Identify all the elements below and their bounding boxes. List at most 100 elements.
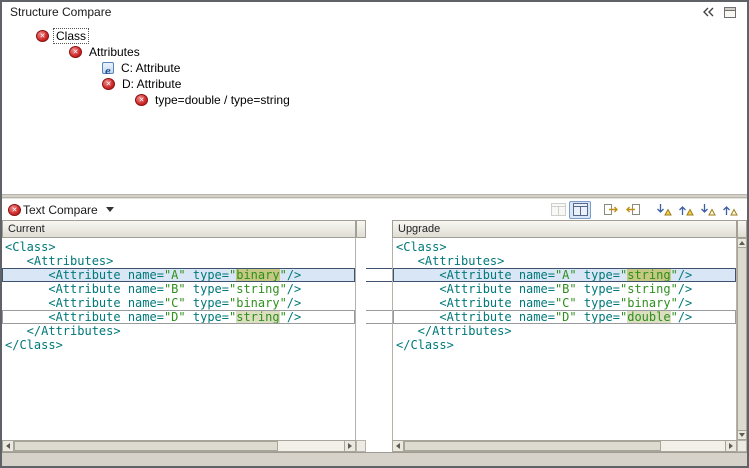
code-segment: <Attribute name= <box>5 296 164 310</box>
code-segment: <Attribute name= <box>396 296 555 310</box>
scroll-left-icon[interactable] <box>3 441 14 451</box>
scroll-right-icon[interactable] <box>725 441 736 451</box>
code-segment: "B" <box>555 282 577 296</box>
code-segment: <Attribute name= <box>5 310 164 324</box>
right-pane-header-corner <box>737 220 747 238</box>
change-icon <box>102 78 115 90</box>
icon-glyph <box>551 203 566 216</box>
tree-item[interactable]: Class <box>2 28 747 44</box>
code-segment: "A" <box>164 268 186 282</box>
code-segment: type= <box>186 268 229 282</box>
right-arrow-glyph <box>348 443 352 449</box>
text-compare-toolbar <box>547 201 741 219</box>
previous-difference-icon[interactable] <box>675 201 697 219</box>
diff-code-line[interactable]: <Attribute name="A" type="string"/> <box>393 268 736 282</box>
left-code-pane[interactable]: <Class> <Attributes> <Attribute name="A"… <box>2 238 356 440</box>
code-segment: <Class> <box>5 240 56 254</box>
pane-view-icon[interactable] <box>547 201 569 219</box>
code-segment: type= <box>577 282 620 296</box>
code-line[interactable]: <Class> <box>2 240 355 254</box>
diff-code-line[interactable]: <Attribute name="A" type="binary"/> <box>2 268 355 282</box>
attribute-icon <box>102 62 114 74</box>
diff-token: string <box>627 268 670 282</box>
scroll-right-icon[interactable] <box>344 441 355 451</box>
icon-glyph <box>573 203 588 216</box>
right-hscroll-thumb[interactable] <box>404 441 661 451</box>
code-line[interactable]: <Attribute name="B" type="string"/> <box>393 282 736 296</box>
right-pane-header: Upgrade <box>392 220 737 238</box>
vertical-scroll-thumb[interactable] <box>737 248 747 430</box>
code-segment: type= <box>577 296 620 310</box>
diff-code-line[interactable]: <Attribute name="D" type="string"/> <box>2 310 355 324</box>
code-segment: "C" <box>555 296 577 310</box>
right-scroll-corner <box>737 440 747 452</box>
code-line[interactable]: <Attribute name="C" type="binary"/> <box>393 296 736 310</box>
code-segment: type= <box>577 310 620 324</box>
scroll-left-icon[interactable] <box>393 441 404 451</box>
structure-compare-titlebar: Structure Compare <box>2 2 747 22</box>
code-segment: /> <box>287 296 301 310</box>
right-horizontal-scrollbar[interactable] <box>392 440 737 452</box>
scroll-down-icon[interactable] <box>737 430 747 440</box>
code-segment: "string" <box>229 282 287 296</box>
tree-item[interactable]: Attributes <box>2 44 747 60</box>
tree-item[interactable]: D: Attribute <box>2 76 747 92</box>
code-segment: /> <box>287 282 301 296</box>
compare-editor-window: Structure Compare ClassAttributesC: Attr… <box>0 0 749 468</box>
code-line[interactable]: <Attributes> <box>2 254 355 268</box>
structure-toolbar <box>697 3 741 21</box>
code-line[interactable]: <Class> <box>393 240 736 254</box>
code-line[interactable]: <Attributes> <box>393 254 736 268</box>
code-segment: "B" <box>164 282 186 296</box>
code-line[interactable]: </Attributes> <box>2 324 355 338</box>
diff-connector-gutter <box>366 238 392 440</box>
left-hscroll-thumb[interactable] <box>14 441 278 451</box>
copy-left-to-right-icon[interactable] <box>600 201 622 219</box>
tree-item-label: D: Attribute <box>120 77 183 91</box>
code-segment: "string" <box>620 282 678 296</box>
left-pane-strip <box>356 238 366 440</box>
icon-glyph <box>603 203 619 216</box>
code-line[interactable]: <Attribute name="C" type="binary"/> <box>2 296 355 310</box>
code-segment: <Attribute name= <box>396 310 555 324</box>
icon-glyph <box>625 203 641 216</box>
compare-body: <Class> <Attributes> <Attribute name="A"… <box>2 238 747 440</box>
horizontal-scrollbar-row <box>2 440 747 452</box>
structure-compare-panel: Structure Compare ClassAttributesC: Attr… <box>2 2 747 194</box>
diff-code-line[interactable]: <Attribute name="D" type="double"/> <box>393 310 736 324</box>
diff-token: binary <box>236 268 279 282</box>
view-menu-icon[interactable] <box>719 3 741 21</box>
tree-item[interactable]: type=double / type=string <box>2 92 747 108</box>
previous-change-icon[interactable] <box>719 201 741 219</box>
code-line[interactable]: <Attribute name="B" type="string"/> <box>2 282 355 296</box>
vertical-scrollbar[interactable] <box>737 238 747 440</box>
next-change-icon[interactable] <box>697 201 719 219</box>
icon-glyph <box>678 203 694 216</box>
next-difference-icon[interactable] <box>653 201 675 219</box>
code-line[interactable]: </Class> <box>2 338 355 352</box>
code-segment: " <box>280 268 287 282</box>
scroll-up-icon[interactable] <box>737 238 747 248</box>
code-segment: /> <box>678 268 692 282</box>
code-segment: <Attributes> <box>396 254 504 268</box>
tree-item[interactable]: C: Attribute <box>2 60 747 76</box>
copy-right-to-left-icon[interactable] <box>622 201 644 219</box>
code-line[interactable]: </Attributes> <box>393 324 736 338</box>
up-arrow-glyph <box>739 241 745 245</box>
collapse-icon[interactable] <box>697 3 719 21</box>
pane-sync-icon[interactable] <box>569 201 591 219</box>
right-hscroll-track[interactable] <box>404 441 725 451</box>
code-line[interactable]: </Class> <box>393 338 736 352</box>
code-segment: "D" <box>164 310 186 324</box>
diff-connectors <box>366 238 392 440</box>
left-horizontal-scrollbar[interactable] <box>2 440 356 452</box>
code-segment: /> <box>678 310 692 324</box>
change-icon <box>36 30 49 42</box>
left-hscroll-track[interactable] <box>14 441 344 451</box>
right-code-pane[interactable]: <Class> <Attributes> <Attribute name="A"… <box>392 238 737 440</box>
header-gutter <box>366 220 392 238</box>
code-segment: </Attributes> <box>5 324 121 338</box>
viewer-menu-dropdown[interactable] <box>102 207 118 212</box>
tree-item-label: C: Attribute <box>119 61 182 75</box>
icon-glyph <box>700 203 716 216</box>
